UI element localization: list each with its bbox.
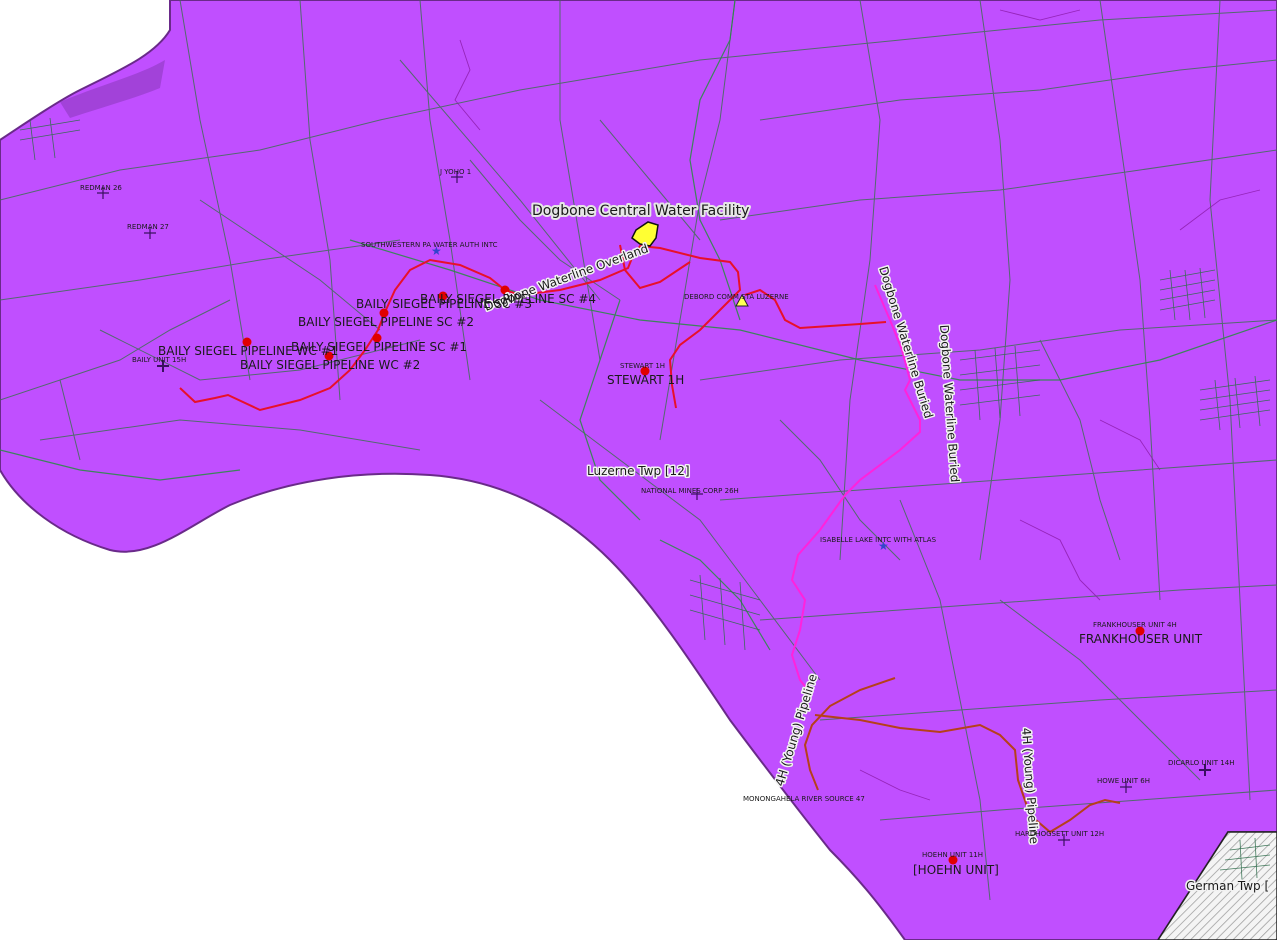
withdrawal-label: BAILY SIEGEL PIPELINE WC #2	[240, 358, 420, 372]
withdrawal-label: [HOEHN UNIT]	[913, 863, 999, 877]
german-township-label: German Twp [	[1186, 879, 1269, 893]
map-canvas[interactable]: ★ ★ Dogbone Central Water Facility Dogbo…	[0, 0, 1277, 940]
well-label: MONONGAHELA RIVER SOURCE 47	[743, 795, 865, 803]
well-label: HOEHN UNIT 11H	[922, 851, 983, 859]
withdrawal-label: BAILY SIEGEL PIPELINE WC #1	[158, 344, 338, 358]
withdrawal-label: STEWART 1H	[607, 373, 684, 387]
well-label: STEWART 1H	[620, 362, 665, 370]
well-label: DEBORD COMM STA LUZERNE	[684, 293, 789, 301]
well-label: ISABELLE LAKE INTC WITH ATLAS	[820, 536, 937, 544]
well-label: SOUTHWESTERN PA WATER AUTH INTC	[361, 241, 498, 249]
withdrawal-label: BAILY SIEGEL PIPELINE SC #2	[298, 315, 474, 329]
withdrawal-label: FRANKHOUSER UNIT	[1079, 632, 1203, 646]
well-label: DICARLO UNIT 14H	[1168, 759, 1234, 767]
well-label: NATIONAL MINES CORP 26H	[641, 487, 739, 495]
well-label: HOWE UNIT 6H	[1097, 777, 1150, 785]
withdrawal-label: BAILY SIEGEL PIPELINE SC #3	[356, 297, 532, 311]
well-label: REDMAN 26	[80, 184, 122, 192]
luzerne-township-label: Luzerne Twp [12]	[587, 464, 690, 478]
well-label: HARDHOGSETT UNIT 12H	[1015, 830, 1104, 838]
well-label: REDMAN 27	[127, 223, 169, 231]
well-label: J YOHO 1	[439, 168, 471, 176]
facility-label: Dogbone Central Water Facility	[532, 203, 749, 219]
well-label: FRANKHOUSER UNIT 4H	[1093, 621, 1177, 629]
